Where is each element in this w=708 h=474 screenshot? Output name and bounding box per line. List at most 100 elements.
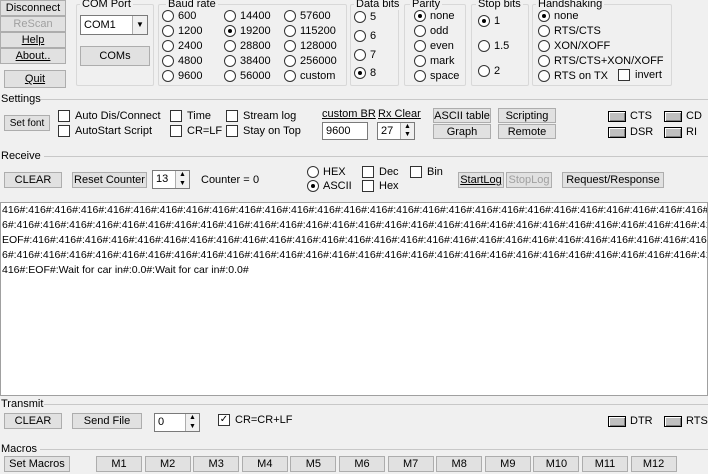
dec-checkbox[interactable]: Dec [362,166,399,178]
handshaking-radio-0-circle[interactable] [538,10,550,22]
invert-checkbox-box[interactable] [618,69,630,81]
quit-button[interactable]: Quit [4,70,66,88]
parity-radio-even[interactable]: even [414,40,454,52]
baud-radio-4800-circle[interactable] [162,55,174,67]
macro-button-m9[interactable]: M9 [484,456,531,472]
spin-arrows-icon[interactable]: ▲ ▼ [175,171,189,188]
auto-dis-connect-checkbox[interactable]: Auto Dis/Connect [58,110,161,122]
macro-button-m3[interactable]: M3 [193,456,240,472]
graph-button[interactable]: Graph [433,124,491,139]
macro-button-m5[interactable]: M5 [290,456,337,472]
stream-log-box[interactable] [226,110,238,122]
baud-radio-4800[interactable]: 4800 [162,55,202,67]
stop-bits-radio-1[interactable]: 1 [478,15,500,27]
baud-radio-600-circle[interactable] [162,10,174,22]
data-bits-radio-5-circle[interactable] [354,11,366,23]
macro-button-m4[interactable]: M4 [241,456,288,472]
handshaking-radio-0[interactable]: none [538,10,578,22]
stop-log-button[interactable]: StopLog [506,172,552,188]
baud-radio-115200-circle[interactable] [284,25,296,37]
parity-radio-mark[interactable]: mark [414,55,454,67]
stay-on-top-checkbox[interactable]: Stay on Top [226,125,301,137]
rts-led-icon[interactable] [664,415,682,427]
receive-terminal[interactable]: 416#:416#:416#:416#:416#:416#:416#:416#:… [0,202,708,396]
parity-radio-odd[interactable]: odd [414,25,448,37]
bin-checkbox[interactable]: Bin [410,166,443,178]
stay-on-top-box[interactable] [226,125,238,137]
rx-clear-spinner[interactable]: 27 ▲ ▼ [377,122,415,140]
help-button[interactable]: Help [0,32,66,48]
check-icon[interactable]: ✓ [218,414,230,426]
stop-bits-radio-1-5-circle[interactable] [478,40,490,52]
auto-dis-connect-box[interactable] [58,110,70,122]
handshaking-radio-3-circle[interactable] [538,55,550,67]
data-bits-radio-8-circle[interactable] [354,67,366,79]
baud-radio-128000-circle[interactable] [284,40,296,52]
stop-bits-radio-1-5[interactable]: 1.5 [478,40,509,52]
macro-button-m11[interactable]: M11 [582,456,628,472]
cr-lf-box[interactable] [170,125,182,137]
stop-bits-radio-2-circle[interactable] [478,65,490,77]
hex-box[interactable] [362,180,374,192]
reset-counter-button[interactable]: Reset Counter [72,172,147,188]
set-macros-button[interactable]: Set Macros [4,456,70,472]
disconnect-button[interactable]: Disconnect [0,0,66,16]
baud-radio-28800[interactable]: 28800 [224,40,271,52]
dec-box[interactable] [362,166,374,178]
baud-radio-600[interactable]: 600 [162,10,196,22]
baud-radio-1200-circle[interactable] [162,25,174,37]
macro-button-m7[interactable]: M7 [387,456,434,472]
baud-radio-38400-circle[interactable] [224,55,236,67]
baud-radio-2400-circle[interactable] [162,40,174,52]
parity-radio-none-circle[interactable] [414,10,426,22]
parity-radio-mark-circle[interactable] [414,55,426,67]
baud-radio-9600[interactable]: 9600 [162,70,202,82]
spin-arrows-icon[interactable]: ▲ ▼ [400,123,414,139]
ascii-table-button[interactable]: ASCII table [433,108,491,123]
coms-button[interactable]: COMs [80,46,150,66]
stop-bits-radio-1-circle[interactable] [478,15,490,27]
handshaking-radio-2-circle[interactable] [538,40,550,52]
cr-crlf-checkbox[interactable]: ✓ CR=CR+LF [218,414,292,426]
baud-radio-custom-circle[interactable] [284,70,296,82]
ascii-radio[interactable]: ASCII [307,180,352,192]
autostart-script-checkbox[interactable]: AutoStart Script [58,125,152,137]
macro-button-m8[interactable]: M8 [436,456,483,472]
handshaking-radio-3[interactable]: RTS/CTS+XON/XOFF [538,55,664,67]
macro-button-m12[interactable]: M12 [630,456,677,472]
bin-box[interactable] [410,166,422,178]
invert-checkbox[interactable]: invert [618,69,662,81]
hex-checkbox[interactable]: Hex [362,180,399,192]
transmit-spinner[interactable]: 0 ▲ ▼ [154,413,200,432]
baud-radio-57600-circle[interactable] [284,10,296,22]
remote-button[interactable]: Remote [498,124,556,139]
baud-radio-1200[interactable]: 1200 [162,25,202,37]
com-port-select[interactable]: COM1 ▼ [80,15,148,35]
about-button[interactable]: About.. [0,48,66,64]
stop-bits-radio-2[interactable]: 2 [478,65,500,77]
stream-log-checkbox[interactable]: Stream log [226,110,296,122]
baud-radio-28800-circle[interactable] [224,40,236,52]
set-font-button[interactable]: Set font [4,115,50,131]
handshaking-radio-2[interactable]: XON/XOFF [538,40,610,52]
baud-radio-256000-circle[interactable] [284,55,296,67]
macro-button-m2[interactable]: M2 [144,456,191,472]
hex-radio[interactable]: HEX [307,166,346,178]
spin-arrows-icon[interactable]: ▲ ▼ [185,414,199,431]
data-bits-radio-8[interactable]: 8 [354,67,376,79]
baud-radio-14400-circle[interactable] [224,10,236,22]
baud-radio-14400[interactable]: 14400 [224,10,271,22]
handshaking-radio-1-circle[interactable] [538,25,550,37]
hex-radio-circle[interactable] [307,166,319,178]
request-response-button[interactable]: Request/Response [562,172,664,188]
baud-radio-9600-circle[interactable] [162,70,174,82]
data-bits-radio-6-circle[interactable] [354,30,366,42]
custom-br-input[interactable]: 9600 [322,122,368,140]
macro-button-m10[interactable]: M10 [533,456,580,472]
rts-indicator[interactable]: RTS [664,415,708,427]
time-box[interactable] [170,110,182,122]
parity-radio-space-circle[interactable] [414,70,426,82]
parity-radio-even-circle[interactable] [414,40,426,52]
baud-radio-128000[interactable]: 128000 [284,40,337,52]
ascii-radio-circle[interactable] [307,180,319,192]
